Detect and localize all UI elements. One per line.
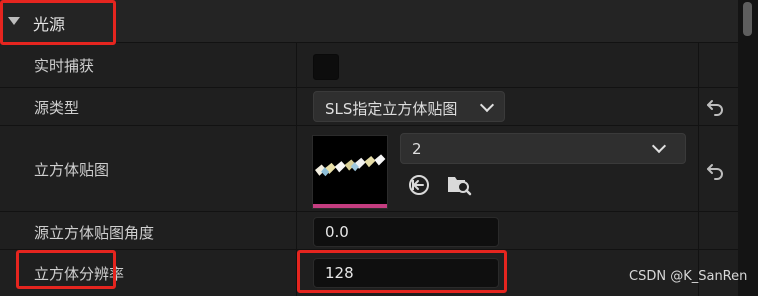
scrollbar-thumb[interactable] xyxy=(743,2,752,36)
cubemap-label: 立方体贴图 xyxy=(34,161,110,179)
cubemap-preview-image xyxy=(315,154,386,177)
column-divider xyxy=(698,88,699,126)
vertical-scrollbar[interactable] xyxy=(738,0,758,295)
reset-arrow-icon[interactable] xyxy=(705,161,725,181)
row-realtime-capture: 实时捕获 xyxy=(0,42,738,88)
column-divider xyxy=(698,43,699,88)
chevron-down-icon xyxy=(651,138,667,154)
details-panel: 光源 实时捕获 源类型 SLS指定立方体贴图 立方体贴图 2 源立方体贴图角度 … xyxy=(0,0,738,296)
row-source-type: 源类型 SLS指定立方体贴图 xyxy=(0,87,738,126)
source-type-dropdown[interactable]: SLS指定立方体贴图 xyxy=(313,91,505,122)
reset-arrow-icon[interactable] xyxy=(705,97,725,117)
browse-folder-icon[interactable] xyxy=(446,173,472,197)
source-cubemap-angle-input[interactable]: 0.0 xyxy=(313,217,499,247)
cubemap-asset-dropdown[interactable]: 2 xyxy=(400,133,686,164)
source-type-value: SLS指定立方体贴图 xyxy=(325,100,458,118)
thumbnail-color-bar xyxy=(313,204,387,208)
source-type-label: 源类型 xyxy=(34,99,80,117)
row-source-cubemap-angle: 源立方体贴图角度 0.0 xyxy=(0,211,738,250)
column-divider xyxy=(296,126,297,212)
column-divider xyxy=(296,88,297,126)
realtime-capture-label: 实时捕获 xyxy=(34,57,95,75)
use-selected-icon[interactable] xyxy=(408,174,430,196)
cubemap-thumbnail[interactable] xyxy=(312,135,388,209)
source-cubemap-angle-label: 源立方体贴图角度 xyxy=(34,224,155,242)
highlight-box-section xyxy=(0,0,116,45)
realtime-capture-checkbox[interactable] xyxy=(313,54,339,80)
source-cubemap-angle-value: 0.0 xyxy=(325,223,349,241)
column-divider xyxy=(698,212,699,250)
highlight-box-value xyxy=(297,250,507,293)
column-divider xyxy=(698,126,699,212)
chevron-down-icon xyxy=(479,97,495,113)
column-divider xyxy=(296,212,297,250)
column-divider xyxy=(296,43,297,88)
highlight-box-label xyxy=(16,250,116,289)
watermark: CSDN @K_SanRen xyxy=(629,269,748,284)
cubemap-asset-value: 2 xyxy=(412,140,422,158)
